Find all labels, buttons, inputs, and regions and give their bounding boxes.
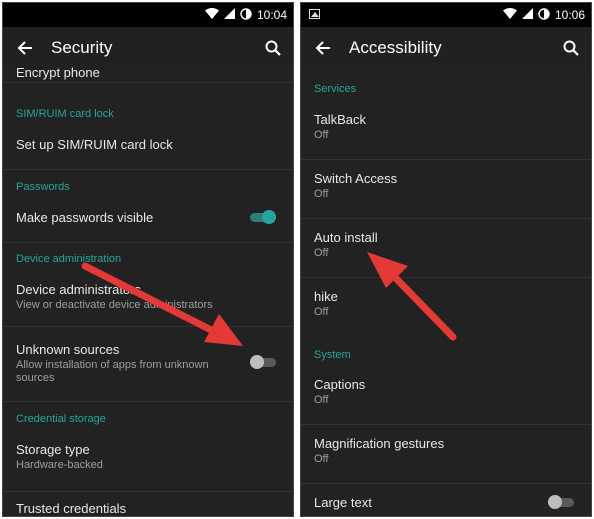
status-time: 10:04 [256,8,287,22]
storage-type-item[interactable]: Storage type Hardware-backed [3,442,293,492]
item-title: Captions [314,377,366,392]
item-title: TalkBack [314,112,367,127]
toggle-thumb [250,355,264,369]
unknown-sources-item[interactable]: Unknown sources Allow installation of ap… [3,342,293,402]
signal-icon [223,8,235,22]
search-icon[interactable] [551,27,591,69]
category-services: Services [301,83,591,95]
wifi-icon [204,8,219,22]
item-summary: Allow installation of apps from unknown … [16,359,209,384]
category-passwords: Passwords [3,181,293,193]
magnification-gestures-item[interactable]: Magnification gestures Off [301,436,591,484]
item-title: Switch Access [314,171,398,186]
toggle-thumb [262,210,276,224]
category-label: Passwords [16,181,70,193]
trusted-credentials-item[interactable]: Trusted credentials [3,501,293,516]
item-title: Storage type [16,442,90,457]
sim-card-lock-item[interactable]: Set up SIM/RUIM card lock [3,137,293,170]
status-bar: 10:04 [3,3,293,27]
category-label: SIM/RUIM card lock [16,108,114,120]
battery-icon [240,7,252,23]
page-title: Accessibility [349,38,442,57]
toggle-thumb [548,495,562,509]
settings-list: Services TalkBack Off Switch Access Off … [301,69,591,516]
item-summary: Off [314,247,329,259]
unknown-sources-toggle[interactable] [250,355,276,369]
category-credential-storage: Credential storage [3,413,293,425]
large-text-item[interactable]: Large text [301,495,591,510]
item-summary: Off [314,129,329,141]
category-label: System [314,349,351,361]
wifi-icon [502,8,517,22]
hike-item[interactable]: hike Off [301,289,591,319]
item-title: Unknown sources [16,342,120,357]
category-sim-card-lock: SIM/RUIM card lock [3,108,293,120]
item-title: Encrypt phone [16,65,100,80]
item-summary: Off [314,188,329,200]
security-screen: 10:04 Security Encrypt phone SIM/RUIM ca… [2,2,294,517]
captions-item[interactable]: Captions Off [301,377,591,425]
item-summary: View or deactivate device administrators [16,299,213,311]
back-arrow-icon[interactable] [301,27,345,69]
category-label: Device administration [16,253,122,265]
item-title: Auto install [314,230,378,245]
status-time: 10:06 [554,8,585,22]
search-icon[interactable] [253,27,293,69]
item-summary: Off [314,453,329,465]
signal-icon [521,8,533,22]
switch-access-item[interactable]: Switch Access Off [301,171,591,219]
talkback-item[interactable]: TalkBack Off [301,112,591,160]
item-summary: Off [314,306,329,318]
status-bar: 10:06 [301,3,591,27]
large-text-toggle[interactable] [548,495,574,509]
app-toolbar: Accessibility [301,27,591,69]
device-administrators-item[interactable]: Device administrators View or deactivate… [3,282,293,327]
make-passwords-visible-toggle[interactable] [250,210,276,224]
category-system: System [301,349,591,361]
app-toolbar: Security [3,27,293,69]
back-arrow-icon[interactable] [3,27,47,69]
item-title: Device administrators [16,282,141,297]
encrypt-phone-item[interactable]: Encrypt phone [3,65,293,83]
make-passwords-visible-item[interactable]: Make passwords visible [3,210,293,243]
page-title: Security [51,38,113,57]
notification-image-icon [309,9,320,19]
category-device-administration: Device administration [3,253,293,265]
accessibility-screen: 10:06 Accessibility Services TalkBack Of… [300,2,592,517]
settings-list: Encrypt phone SIM/RUIM card lock Set up … [3,65,293,516]
battery-icon [538,7,550,23]
category-label: Services [314,83,357,95]
auto-install-item[interactable]: Auto install Off [301,230,591,278]
category-label: Credential storage [16,413,106,425]
item-title: Trusted credentials [16,501,127,516]
item-title: Magnification gestures [314,436,445,451]
item-summary: Hardware-backed [16,459,103,471]
item-summary: Off [314,394,329,406]
item-title: hike [314,289,338,304]
item-title: Set up SIM/RUIM card lock [16,137,173,152]
